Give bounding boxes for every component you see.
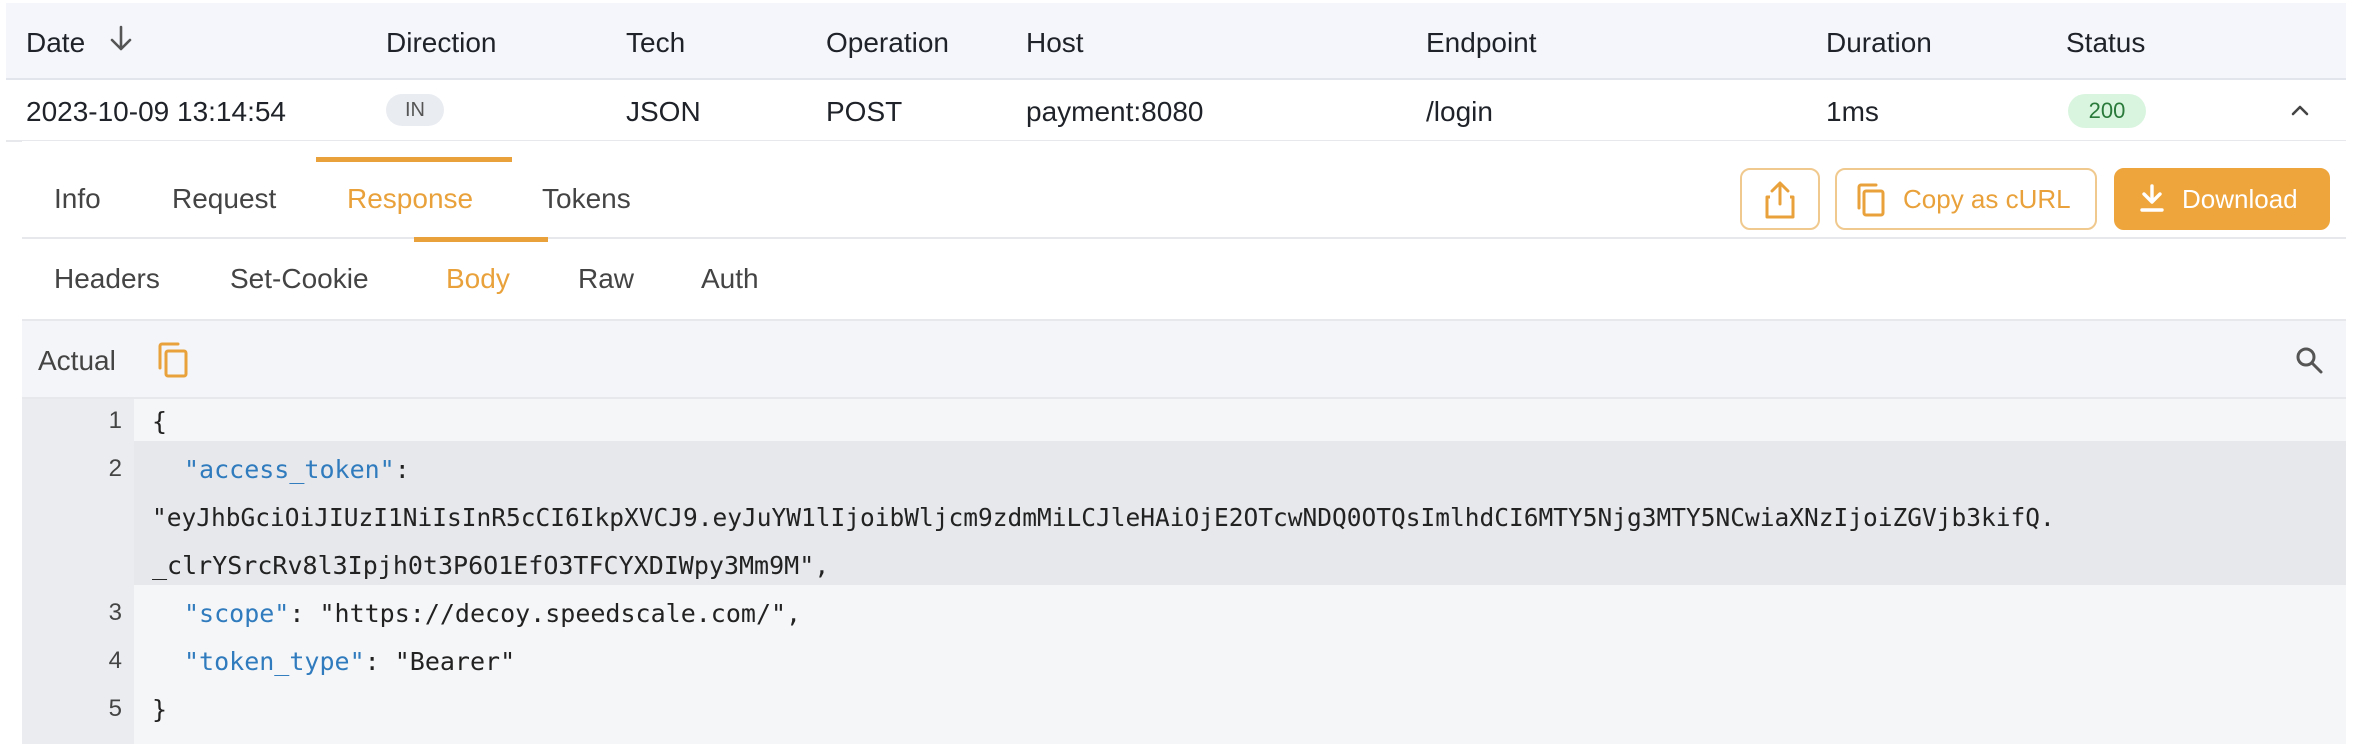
json-token-type-value: : "Bearer" xyxy=(364,647,516,676)
cell-endpoint: /login xyxy=(1426,96,1493,127)
tab-tokens[interactable]: Tokens xyxy=(542,183,631,215)
json-key-scope: "scope" xyxy=(184,599,290,628)
line-number: 5 xyxy=(108,695,122,722)
share-button[interactable] xyxy=(1740,168,1820,230)
line-number: 4 xyxy=(108,647,122,674)
column-header-status[interactable]: Status xyxy=(2066,27,2145,59)
column-header-operation[interactable]: Operation xyxy=(826,27,949,59)
tab-response[interactable]: Response xyxy=(347,183,473,215)
cell-tech: JSON xyxy=(626,96,701,127)
tab-request[interactable]: Request xyxy=(172,183,276,215)
download-label: Download xyxy=(2182,184,2298,214)
line-number: 1 xyxy=(108,407,122,434)
detail-panel: Info Request Response Tokens Copy as cUR… xyxy=(22,141,2346,744)
cell-operation: POST xyxy=(826,96,903,127)
code-line-3: "scope": "https://decoy.speedscale.com/"… xyxy=(184,599,801,628)
code-line-2-value-part-1: "eyJhbGciOiJIUzI1NiIsInR5cCI6IkpXVCJ9.ey… xyxy=(152,503,2055,532)
download-button[interactable]: Download xyxy=(2114,168,2330,230)
cell-duration: 1ms xyxy=(1826,96,1879,127)
response-subtabs: Headers Set-Cookie Body Raw Auth xyxy=(22,239,2346,321)
code-line-1: { xyxy=(152,407,168,436)
json-body-viewer[interactable]: 1 2 3 4 5 { "access_token": "eyJhbGciOiJ… xyxy=(22,399,2346,744)
sort-arrow-down-icon[interactable] xyxy=(108,25,134,53)
subtab-raw[interactable]: Raw xyxy=(578,263,634,295)
body-toolbar: Actual xyxy=(22,321,2346,399)
cell-date: 2023-10-09 13:14:54 xyxy=(26,96,286,127)
column-header-date[interactable]: Date xyxy=(26,25,132,59)
json-scope-value: : "https://decoy.speedscale.com/", xyxy=(289,599,802,628)
line-number: 2 xyxy=(108,455,122,482)
tab-info[interactable]: Info xyxy=(54,183,101,215)
subtab-auth[interactable]: Auth xyxy=(701,263,759,295)
column-header-tech[interactable]: Tech xyxy=(626,27,685,59)
direction-badge: IN xyxy=(386,94,444,126)
table-row[interactable]: 2023-10-09 13:14:54 IN JSON POST payment… xyxy=(6,80,2346,142)
column-header-direction[interactable]: Direction xyxy=(386,27,496,59)
line-number-gutter xyxy=(22,399,134,744)
subtab-set-cookie[interactable]: Set-Cookie xyxy=(230,263,369,295)
detail-tabs: Info Request Response Tokens Copy as cUR… xyxy=(22,141,2346,239)
search-icon[interactable] xyxy=(2294,345,2324,375)
table-header: Date Direction Tech Operation Host Endpo… xyxy=(6,3,2346,80)
column-header-duration[interactable]: Duration xyxy=(1826,27,1932,59)
download-icon xyxy=(2140,184,2164,212)
column-header-host[interactable]: Host xyxy=(1026,27,1084,59)
body-section-label: Actual xyxy=(38,345,116,376)
json-colon: : xyxy=(394,455,410,484)
subtab-headers[interactable]: Headers xyxy=(54,263,160,295)
line-number: 3 xyxy=(108,599,122,626)
json-key-access-token: "access_token" xyxy=(184,455,395,484)
code-line-2-key: "access_token": xyxy=(184,455,410,484)
code-line-4: "token_type": "Bearer" xyxy=(184,647,515,676)
copy-icon xyxy=(1857,183,1885,217)
copy-body-icon[interactable] xyxy=(156,341,190,379)
status-badge: 200 xyxy=(2068,94,2146,128)
subtab-body[interactable]: Body xyxy=(446,263,510,295)
copy-as-curl-button[interactable]: Copy as cURL xyxy=(1835,168,2097,230)
chevron-up-icon[interactable] xyxy=(2288,98,2312,122)
cell-host: payment:8080 xyxy=(1026,96,1204,127)
code-line-5: } xyxy=(152,695,168,724)
code-line-2-value-part-2: _clrYSrcRv8l3Ipjh0t3P6O1EfO3TFCYXDIWpy3M… xyxy=(152,551,830,580)
column-header-date-label: Date xyxy=(26,27,86,58)
json-key-token-type: "token_type" xyxy=(184,647,365,676)
active-tab-indicator-top xyxy=(316,157,512,162)
share-icon xyxy=(1765,181,1795,219)
copy-as-curl-label: Copy as cURL xyxy=(1903,184,2071,214)
column-header-endpoint[interactable]: Endpoint xyxy=(1426,27,1537,59)
